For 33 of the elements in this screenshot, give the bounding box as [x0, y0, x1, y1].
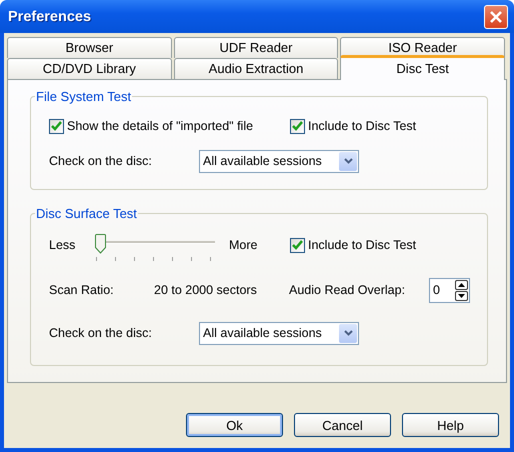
tab[interactable]: CD/DVD Library: [7, 58, 172, 79]
checkbox-label: Show the details of "imported" file: [67, 119, 254, 133]
field-label: Check on the disc:: [49, 326, 153, 340]
dialog-button[interactable]: Cancel: [294, 413, 391, 437]
close-icon: [489, 10, 503, 24]
tab[interactable]: Audio Extraction: [174, 58, 338, 79]
dialog-button[interactable]: Ok: [186, 413, 283, 437]
tab[interactable]: Disc Test: [340, 55, 506, 80]
tab[interactable]: Browser: [7, 37, 172, 58]
dialog-button[interactable]: Help: [402, 413, 499, 437]
spin-up-icon[interactable]: [455, 280, 468, 290]
checkbox-label: Include to Disc Test: [308, 119, 416, 133]
overlap-spinbox[interactable]: 0: [429, 278, 470, 302]
field-label: Scan Ratio:: [49, 283, 115, 297]
slider-min-label: Less: [49, 238, 76, 252]
session-dropdown[interactable]: All available sessions: [199, 322, 359, 344]
checkbox-label: Include to Disc Test: [308, 238, 416, 252]
group-title: File System Test: [35, 89, 132, 104]
field-label: Check on the disc:: [49, 154, 153, 168]
close-button[interactable]: [484, 4, 508, 28]
slider[interactable]: [95, 233, 215, 261]
slider-thumb[interactable]: [95, 234, 106, 254]
scan-ratio-value: 20 to 2000 sectors: [154, 283, 258, 297]
field-label: Audio Read Overlap:: [289, 283, 406, 297]
window-title: Preferences: [8, 8, 92, 24]
checkbox[interactable]: [49, 118, 64, 134]
checkbox[interactable]: [290, 118, 305, 134]
group-title: Disc Surface Test: [35, 206, 138, 221]
slider-max-label: More: [229, 238, 258, 252]
checkbox[interactable]: [290, 238, 305, 252]
tab[interactable]: UDF Reader: [174, 37, 338, 58]
session-dropdown[interactable]: All available sessions: [199, 150, 359, 172]
spin-down-icon[interactable]: [455, 290, 468, 300]
